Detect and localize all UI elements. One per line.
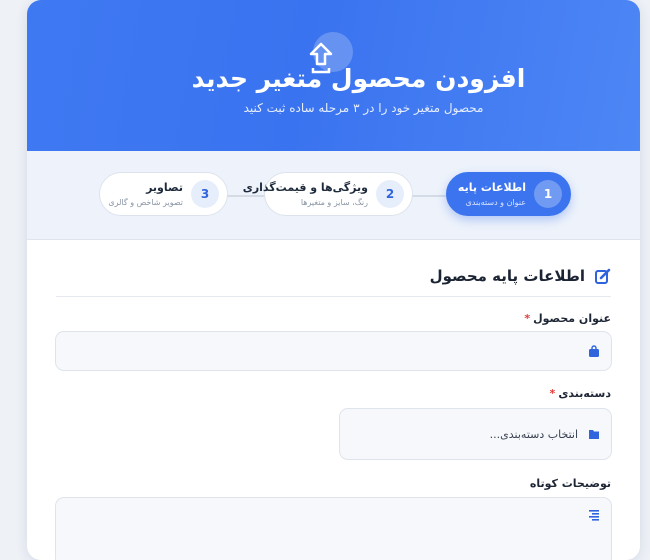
description-label: توضیحات کوتاه	[530, 477, 611, 490]
align-right-icon	[589, 510, 599, 521]
step-number: 1	[534, 180, 562, 208]
label-text: دسته‌بندی	[558, 387, 611, 400]
step-3[interactable]: 3 تصاویر تصویر شاخص و گالری	[99, 172, 228, 216]
page-title: افزودن محصول متغیر جدید	[191, 64, 526, 93]
header-banner: افزودن محصول متغیر جدید محصول متغیر خود …	[27, 0, 640, 151]
category-select[interactable]: انتخاب دسته‌بندی...	[339, 408, 612, 460]
label-text: عنوان محصول	[533, 312, 611, 325]
label-text: توضیحات کوتاه	[529, 477, 611, 490]
step-title: ویژگی‌ها و قیمت‌گذاری	[242, 181, 368, 194]
required-mark: *	[524, 312, 531, 325]
step-1[interactable]: 1 اطلاعات پایه عنوان و دسته‌بندی	[446, 172, 571, 216]
step-desc: عنوان و دسته‌بندی	[465, 198, 526, 207]
step-2[interactable]: 2 ویژگی‌ها و قیمت‌گذاری رنگ، سایز و متغی…	[243, 172, 413, 216]
title-label: عنوان محصول*	[524, 312, 611, 325]
shopping-bag-icon	[589, 345, 599, 357]
step-number: 3	[191, 180, 219, 208]
stepper: 1 اطلاعات پایه عنوان و دسته‌بندی 2 ویژگی…	[27, 151, 640, 240]
page-subtitle: محصول متغیر خود را در ۳ مرحله ساده ثبت ک…	[243, 101, 484, 115]
step-connector	[412, 195, 447, 197]
edit-icon	[595, 268, 611, 284]
product-title-input[interactable]	[55, 331, 612, 371]
form-card: افزودن محصول متغیر جدید محصول متغیر خود …	[27, 0, 640, 560]
divider	[56, 296, 611, 297]
step-desc: تصویر شاخص و گالری	[108, 198, 183, 207]
section-title: اطلاعات پایه محصول	[429, 267, 585, 285]
step-desc: رنگ، سایز و متغیرها	[300, 198, 368, 207]
category-label: دسته‌بندی*	[550, 387, 611, 400]
short-description-textarea[interactable]	[55, 497, 612, 560]
section-header: اطلاعات پایه محصول	[27, 266, 611, 286]
step-title: تصاویر	[146, 181, 183, 194]
folder-icon	[589, 430, 599, 439]
step-title: اطلاعات پایه	[457, 181, 526, 194]
step-number: 2	[376, 180, 404, 208]
category-placeholder: انتخاب دسته‌بندی...	[489, 427, 578, 441]
required-mark: *	[549, 387, 556, 400]
